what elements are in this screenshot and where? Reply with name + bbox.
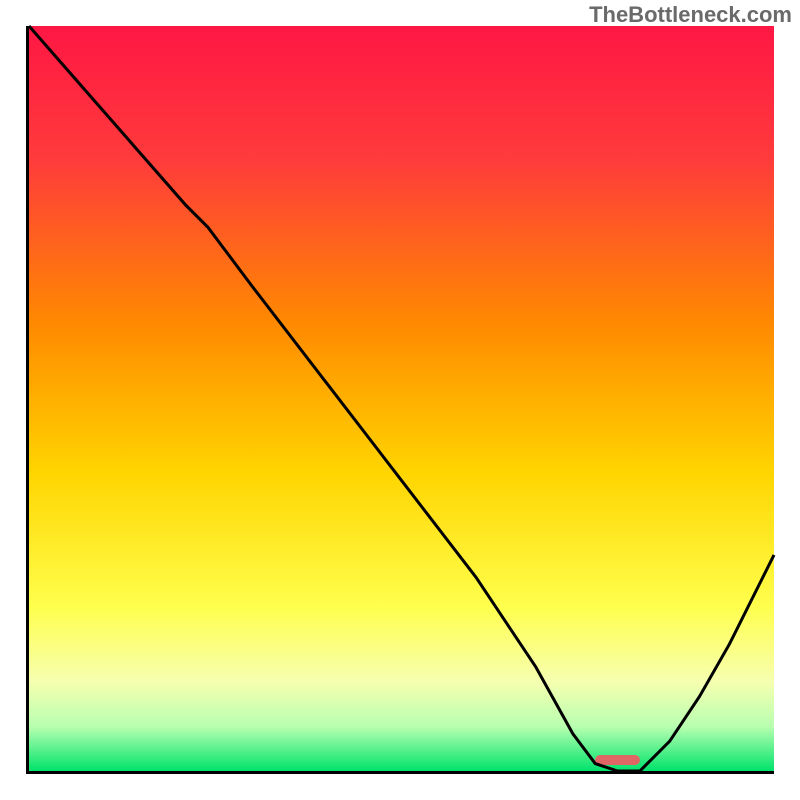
plot-area [26, 26, 774, 774]
bottleneck-curve-path [29, 26, 774, 771]
curve-layer [29, 26, 774, 771]
watermark-text: TheBottleneck.com [589, 2, 792, 28]
bottleneck-chart: TheBottleneck.com [0, 0, 800, 800]
